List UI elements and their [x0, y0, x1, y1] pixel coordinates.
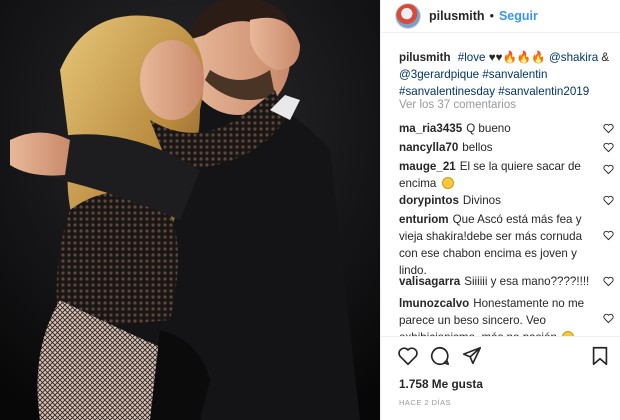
couple-kissing-photo: [0, 0, 380, 420]
comment-username[interactable]: dorypintos: [399, 194, 459, 207]
comment-text: Divinos: [462, 194, 501, 207]
post-header: pilusmith • Seguir: [381, 0, 620, 33]
hashtag-sanvalentin2019[interactable]: #sanvalentin2019: [498, 85, 589, 98]
comment-like-heart-icon[interactable]: [603, 313, 614, 324]
comment-item: mauge_21 El se la quiere sacar de encima: [399, 158, 593, 192]
author-username[interactable]: pilusmith: [429, 9, 485, 23]
caption-emojis: ♥♥🔥🔥🔥: [488, 51, 546, 64]
comment-username[interactable]: enturiom: [399, 213, 449, 226]
post-caption: pilusmith #love ♥♥🔥🔥🔥 @shakira & @3gerar…: [399, 49, 613, 100]
comment-like-heart-icon[interactable]: [603, 276, 614, 287]
comment-like-heart-icon[interactable]: [603, 123, 614, 134]
post-timestamp[interactable]: HACE 2 DÍAS: [399, 398, 451, 407]
caption-ampersand: &: [601, 51, 610, 64]
comment-item: dorypintos Divinos: [399, 192, 593, 209]
comment-like-heart-icon[interactable]: [603, 142, 614, 153]
comment-like-heart-icon[interactable]: [603, 164, 614, 175]
share-icon[interactable]: [461, 345, 483, 367]
comment-username[interactable]: valisagarra: [399, 275, 460, 288]
comment-like-heart-icon[interactable]: [603, 195, 614, 206]
caption-username[interactable]: pilusmith: [399, 51, 451, 64]
header-separator: •: [489, 9, 494, 23]
mention-3gerardpique[interactable]: @3gerardpique: [399, 68, 479, 81]
likes-count[interactable]: 1.758 Me gusta: [399, 377, 483, 391]
heart-icon[interactable]: [397, 345, 419, 367]
author-avatar[interactable]: [395, 3, 421, 29]
comment-item: nancylla70 bellos: [399, 139, 593, 156]
hashtag-sanvalentin[interactable]: #sanvalentin: [482, 68, 547, 81]
view-all-comments-link[interactable]: Ver los 37 comentarios: [399, 99, 516, 111]
comments-section[interactable]: pilusmith #love ♥♥🔥🔥🔥 @shakira & @3gerar…: [381, 33, 620, 336]
comment-item: enturiom Que Ascó está más fea y vieja sh…: [399, 211, 593, 279]
comment-username[interactable]: mauge_21: [399, 160, 456, 173]
comment-like-heart-icon[interactable]: [603, 230, 614, 241]
comment-item: valisagarra Siiiiii y esa mano????!!!!: [399, 273, 593, 290]
comment-text: bellos: [462, 141, 493, 154]
mention-shakira[interactable]: @shakira: [549, 51, 598, 64]
post-side-panel: pilusmith • Seguir pilusmith #love ♥♥🔥🔥🔥…: [380, 0, 620, 420]
comment-text: Q bueno: [466, 122, 511, 135]
bookmark-icon[interactable]: [589, 345, 611, 367]
post-actions: 1.758 Me gusta HACE 2 DÍAS: [381, 336, 620, 420]
hashtag-sanvalentinesday[interactable]: #sanvalentinesday: [399, 85, 495, 98]
comment-username[interactable]: lmunozcalvo: [399, 297, 469, 310]
laughing-emoji-icon: [441, 177, 454, 189]
comment-item: lmunozcalvo Honestamente no me parece un …: [399, 295, 593, 336]
comment-item: ma_ria3435 Q bueno: [399, 120, 593, 137]
post-photo[interactable]: [0, 0, 380, 420]
follow-button[interactable]: Seguir: [499, 9, 538, 23]
comment-username[interactable]: ma_ria3435: [399, 122, 462, 135]
comment-bubble-icon[interactable]: [429, 345, 451, 367]
comment-text: Siiiiii y esa mano????!!!!: [464, 275, 590, 288]
comment-username[interactable]: nancylla70: [399, 141, 458, 154]
hashtag-love[interactable]: #love: [458, 51, 486, 64]
